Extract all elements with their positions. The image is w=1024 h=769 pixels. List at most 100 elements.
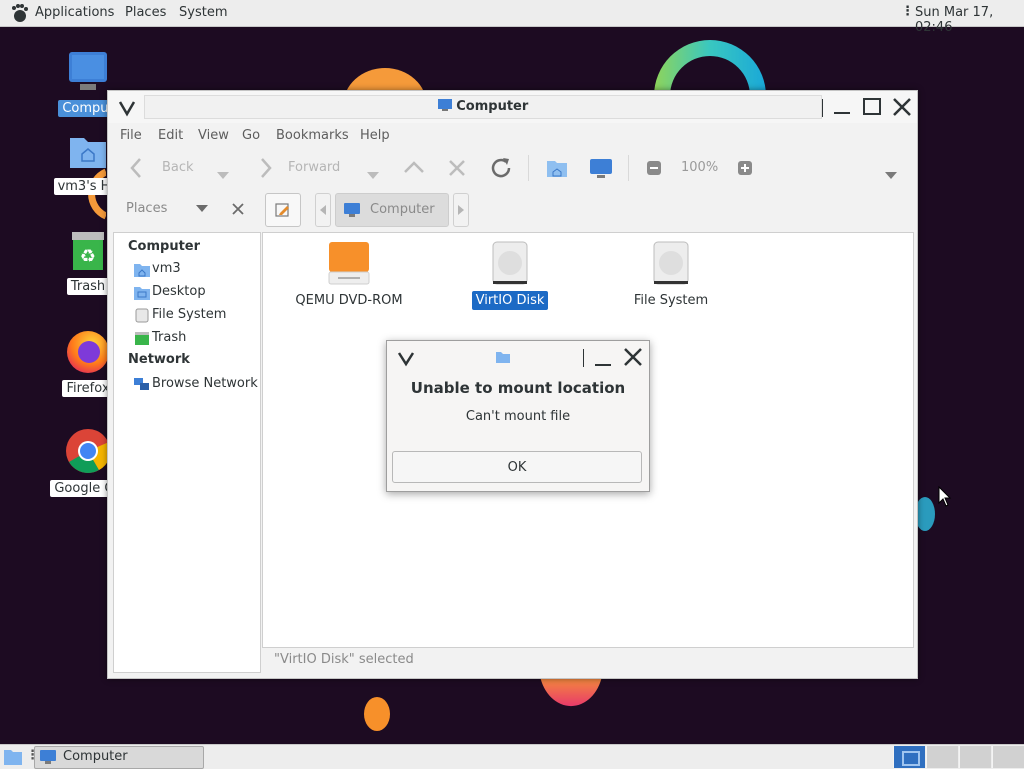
titlebar-separator: [822, 99, 823, 117]
stop-icon[interactable]: [446, 155, 468, 181]
file-label: VirtIO Disk: [471, 291, 549, 310]
file-item-dvd[interactable]: QEMU DVD-ROM: [279, 241, 419, 310]
back-arrow-icon: [130, 158, 141, 178]
wallpaper-teal-shape: [916, 497, 935, 531]
menu-bookmarks[interactable]: Bookmarks: [276, 128, 349, 143]
drive-icon: [135, 308, 149, 323]
workspace-3[interactable]: [959, 746, 991, 768]
window-titlebar[interactable]: Computer: [108, 91, 917, 123]
ok-button[interactable]: OK: [392, 451, 642, 483]
firefox-icon: [67, 331, 109, 373]
menubar: File Edit View Go Bookmarks Help: [108, 123, 917, 147]
home-folder-icon: [70, 138, 106, 168]
window-title: Computer: [145, 99, 821, 114]
top-panel: Applications Places System ⋮ Sun Mar 17,…: [0, 0, 1024, 35]
titlebar-separator: [583, 349, 584, 367]
toolbar-overflow-icon[interactable]: [884, 163, 898, 189]
dialog-message: Can't mount file: [465, 409, 571, 424]
clock[interactable]: Sun Mar 17, 02:46: [915, 5, 1024, 35]
dialog-title: Unable to mount location: [410, 379, 626, 397]
title-area[interactable]: Computer: [144, 95, 822, 119]
zoom-in-icon[interactable]: [737, 155, 753, 181]
computer-icon: [69, 52, 107, 90]
places-sidebar: Computer vm3 Desktop File System Trash N…: [113, 232, 261, 673]
desktop-icon-label: Trash: [66, 278, 110, 295]
folder-icon: [496, 352, 510, 363]
wallpaper-pink-shape: [540, 676, 602, 707]
workspace-window-thumb: [902, 751, 920, 766]
minimize-icon[interactable]: [831, 96, 853, 118]
window-menu-icon[interactable]: [396, 349, 416, 367]
error-dialog: Unable to mount location Can't mount fil…: [386, 340, 650, 492]
sidebar-heading-computer: Computer: [128, 239, 201, 254]
chrome-icon: [66, 429, 111, 473]
close-sidebar-icon[interactable]: [232, 203, 244, 215]
sidebar-item-label: File System: [152, 307, 227, 322]
window-title-text: Computer: [456, 99, 529, 114]
minimize-icon[interactable]: [593, 349, 613, 369]
close-icon[interactable]: [623, 347, 643, 367]
path-scroll-right[interactable]: [453, 193, 469, 227]
edit-location-button[interactable]: [265, 193, 301, 227]
applications-menu[interactable]: Applications: [35, 5, 114, 20]
home-folder-icon[interactable]: [546, 155, 568, 181]
forward-label: Forward: [288, 160, 341, 175]
menu-file[interactable]: File: [120, 128, 142, 143]
back-button[interactable]: Back: [128, 155, 194, 181]
wallpaper-dot-shape: [364, 697, 390, 731]
taskbar-button-computer[interactable]: Computer: [34, 746, 204, 769]
mouse-pointer-icon: [938, 486, 952, 507]
optical-drive-icon: [328, 242, 370, 285]
wallpaper-arc-shape: [654, 40, 766, 96]
status-bar: "VirtIO Disk" selected: [274, 652, 414, 667]
path-scroll-left[interactable]: [315, 193, 331, 227]
menu-go[interactable]: Go: [242, 128, 260, 143]
hard-drive-icon: [653, 241, 689, 285]
maximize-icon[interactable]: [861, 96, 883, 118]
file-item-virtio-disk[interactable]: VirtIO Disk: [440, 241, 580, 310]
forward-arrow-icon: [261, 158, 272, 178]
desktop-icon-label: Firefox: [62, 380, 114, 397]
gnome-foot-icon[interactable]: [10, 3, 28, 23]
menu-edit[interactable]: Edit: [158, 128, 183, 143]
file-label: File System: [633, 293, 709, 308]
sidebar-item-label: Browse Network: [152, 376, 258, 391]
forward-button[interactable]: Forward: [258, 155, 340, 181]
trash-icon: [135, 332, 149, 345]
sidebar-item-label: Trash: [152, 330, 187, 345]
toolbar-separator: [628, 155, 629, 181]
sidebar-item-label: vm3: [152, 261, 181, 276]
svg-text:♻: ♻: [80, 246, 96, 267]
workspace-1[interactable]: [893, 746, 925, 768]
reload-icon[interactable]: [488, 155, 514, 181]
menu-help[interactable]: Help: [360, 128, 390, 143]
computer-icon[interactable]: [589, 155, 613, 181]
back-label: Back: [162, 160, 194, 175]
chevron-right-icon: [458, 205, 464, 215]
desktop-folder-icon: [134, 287, 150, 300]
edit-icon: [275, 203, 289, 217]
forward-dropdown-icon[interactable]: [366, 163, 380, 189]
computer-icon: [437, 99, 452, 111]
up-icon[interactable]: [402, 155, 426, 181]
zoom-level[interactable]: 100%: [681, 155, 718, 181]
places-dropdown-icon[interactable]: [196, 205, 208, 213]
menu-view[interactable]: View: [198, 128, 229, 143]
system-menu[interactable]: System: [179, 5, 227, 20]
file-item-file-system[interactable]: File System: [601, 241, 741, 310]
show-desktop-icon[interactable]: [4, 748, 22, 765]
close-icon[interactable]: [891, 96, 913, 118]
workspace-4[interactable]: [992, 746, 1024, 768]
back-dropdown-icon[interactable]: [216, 163, 230, 189]
zoom-out-icon[interactable]: [646, 155, 662, 181]
panel-handle-icon: ⋮: [901, 4, 914, 19]
places-label[interactable]: Places: [126, 201, 167, 216]
chevron-left-icon: [320, 205, 326, 215]
path-button-computer[interactable]: Computer: [335, 193, 449, 227]
workspace-2[interactable]: [926, 746, 958, 768]
bottom-panel: ⋮ Computer: [0, 744, 1024, 769]
places-menu[interactable]: Places: [125, 5, 166, 20]
window-menu-icon[interactable]: [116, 97, 138, 119]
toolbar: Back Forward 100%: [108, 147, 917, 189]
taskbar-button-label: Computer: [63, 749, 128, 764]
